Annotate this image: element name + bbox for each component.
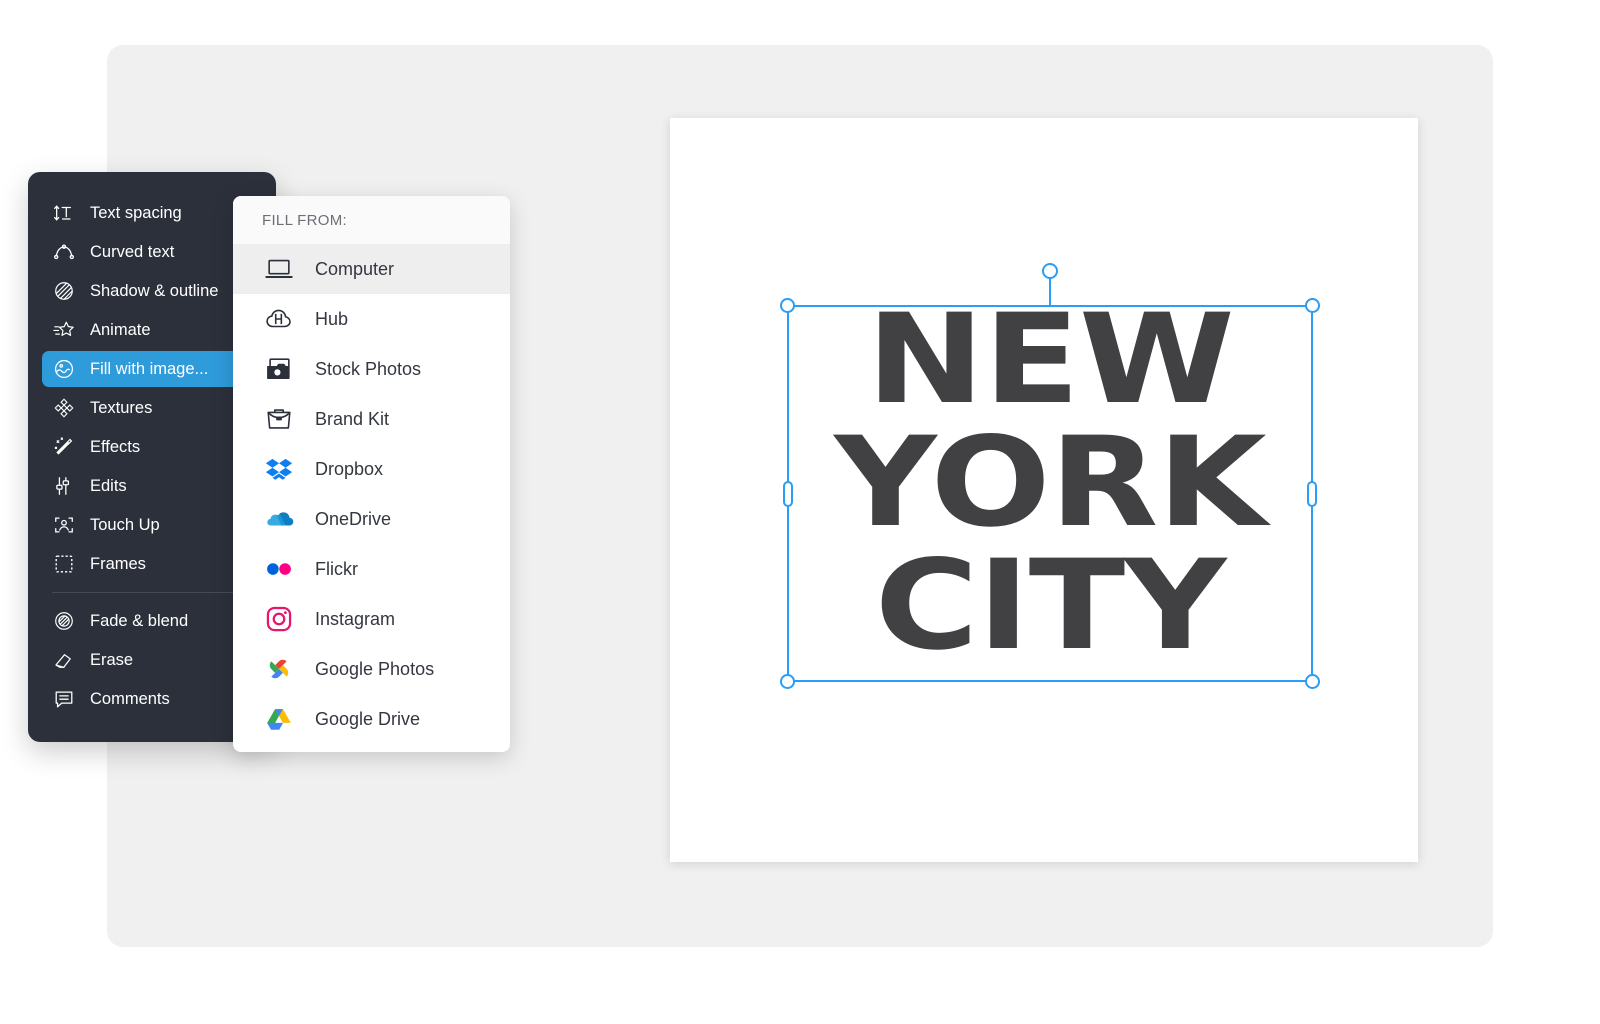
dropbox-icon <box>262 452 296 486</box>
animate-star-icon <box>52 318 76 342</box>
fill-source-stock-photos[interactable]: Stock Photos <box>233 344 510 394</box>
artwork-line-1: NEW <box>866 288 1235 432</box>
fill-source-label: Google Photos <box>315 658 435 679</box>
tool-item-touch-up[interactable]: Touch Up <box>42 507 262 543</box>
fill-source-brand-kit[interactable]: Brand Kit <box>233 394 510 444</box>
text-spacing-icon <box>52 201 76 225</box>
tool-item-frames[interactable]: Frames <box>42 546 262 582</box>
tool-item-label: Shadow & outline <box>90 281 219 300</box>
tool-item-label: Erase <box>90 650 134 669</box>
tool-item-textures[interactable]: Textures <box>42 390 262 426</box>
fill-from-panel: FILL FROM: Computer Hub Stock Photos Bra… <box>233 196 510 752</box>
tool-item-label: Touch Up <box>90 515 160 534</box>
effects-wand-icon <box>52 435 76 459</box>
app-root: NEW YORK CITY Text spacing Curved text S… <box>0 0 1600 1024</box>
tool-item-fill-with-image[interactable]: Fill with image... <box>42 351 262 387</box>
fill-source-label: Stock Photos <box>315 358 422 379</box>
tool-item-fade-blend[interactable]: Fade & blend <box>42 603 262 639</box>
fill-source-label: Hub <box>315 308 349 329</box>
tool-item-curved-text[interactable]: Curved text <box>42 234 262 270</box>
tool-item-text-spacing[interactable]: Text spacing <box>42 195 262 231</box>
fade-blend-icon <box>52 609 76 633</box>
fill-source-computer[interactable]: Computer <box>233 244 510 294</box>
flickr-icon <box>262 552 296 586</box>
edits-sliders-icon <box>52 474 76 498</box>
fill-with-image-icon <box>52 357 76 381</box>
google-photos-icon <box>262 652 296 686</box>
tool-item-comments[interactable]: Comments <box>42 681 262 717</box>
fill-source-hub[interactable]: Hub <box>233 294 510 344</box>
onedrive-icon <box>262 502 296 536</box>
touch-up-face-icon <box>52 513 76 537</box>
fill-source-flickr[interactable]: Flickr <box>233 544 510 594</box>
tool-item-erase[interactable]: Erase <box>42 642 262 678</box>
menu-divider <box>52 592 252 593</box>
briefcase-icon <box>262 402 296 436</box>
tool-item-shadow-outline[interactable]: Shadow & outline <box>42 273 262 309</box>
fill-source-label: OneDrive <box>315 508 392 529</box>
tool-item-label: Fill with image... <box>90 359 209 378</box>
tool-item-label: Fade & blend <box>90 611 189 630</box>
tool-item-label: Frames <box>90 554 146 573</box>
curved-text-icon <box>52 240 76 264</box>
erase-icon <box>52 648 76 672</box>
tool-item-label: Edits <box>90 476 127 495</box>
textures-icon <box>52 396 76 420</box>
fill-source-dropbox[interactable]: Dropbox <box>233 444 510 494</box>
tool-item-label: Comments <box>90 689 170 708</box>
google-drive-icon <box>262 702 296 736</box>
fill-source-label: Brand Kit <box>315 408 390 429</box>
frames-icon <box>52 552 76 576</box>
fill-source-label: Google Drive <box>315 708 421 729</box>
tool-item-edits[interactable]: Edits <box>42 468 262 504</box>
artwork-line-2: YORK <box>834 410 1266 555</box>
fill-source-google-drive[interactable]: Google Drive <box>233 694 510 744</box>
artwork-line-3: CITY <box>874 533 1227 678</box>
fill-source-onedrive[interactable]: OneDrive <box>233 494 510 544</box>
fill-source-label: Instagram <box>315 608 396 629</box>
shadow-outline-icon <box>52 279 76 303</box>
tool-item-label: Animate <box>90 320 151 339</box>
hub-cloud-icon <box>262 302 296 336</box>
comments-icon <box>52 687 76 711</box>
fill-from-header: FILL FROM: <box>233 196 510 244</box>
tool-item-effects[interactable]: Effects <box>42 429 262 465</box>
fill-source-label: Flickr <box>315 558 358 579</box>
tool-item-label: Text spacing <box>90 203 182 222</box>
fill-source-label: Computer <box>315 258 395 279</box>
tool-item-animate[interactable]: Animate <box>42 312 262 348</box>
artwork-text: NEW YORK CITY <box>750 288 1350 678</box>
fill-source-google-photos[interactable]: Google Photos <box>233 644 510 694</box>
laptop-icon <box>262 252 296 286</box>
tool-item-label: Effects <box>90 437 141 456</box>
artwork-text-object[interactable]: NEW YORK CITY <box>787 298 1313 682</box>
stock-photos-icon <box>262 352 296 386</box>
fill-source-label: Dropbox <box>315 458 384 479</box>
tool-item-label: Curved text <box>90 242 175 261</box>
tool-item-label: Textures <box>90 398 153 417</box>
instagram-icon <box>262 602 296 636</box>
fill-source-instagram[interactable]: Instagram <box>233 594 510 644</box>
